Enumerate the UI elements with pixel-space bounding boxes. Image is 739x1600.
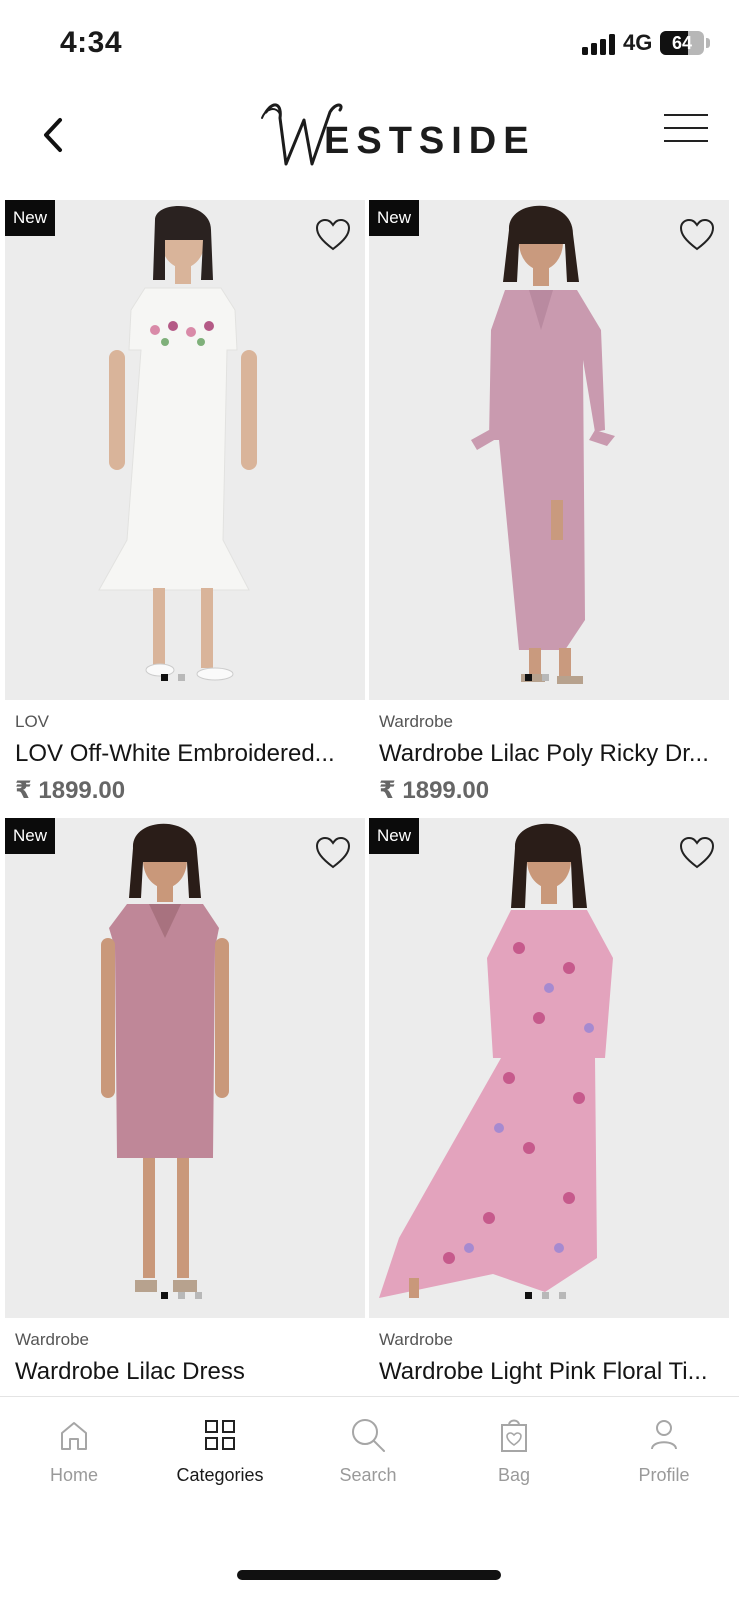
- wishlist-button[interactable]: [315, 836, 351, 870]
- product-price: ₹ 1899.00: [379, 777, 490, 804]
- product-brand: Wardrobe: [379, 1330, 454, 1349]
- heart-icon: [679, 218, 715, 251]
- menu-button[interactable]: [664, 114, 708, 144]
- product-title[interactable]: Wardrobe Lilac Poly Ricky Dr...: [379, 740, 731, 768]
- bag-icon: [501, 1419, 527, 1452]
- nav-label-categories: Categories: [176, 1465, 264, 1485]
- heart-icon: [315, 218, 351, 251]
- nav-label-profile: Profile: [638, 1465, 690, 1485]
- grid-icon: [205, 1420, 235, 1450]
- network-type: 4G: [623, 30, 653, 55]
- product-title[interactable]: Wardrobe Lilac Dress: [15, 1358, 365, 1386]
- new-badge: New: [369, 818, 420, 854]
- nav-label-home: Home: [49, 1465, 98, 1485]
- product-card[interactable]: New Wardrobe Wardrobe Lilac Poly Ricky D…: [369, 200, 731, 804]
- product-image[interactable]: New: [5, 200, 365, 700]
- battery-nub: [706, 38, 710, 48]
- product-title[interactable]: Wardrobe Light Pink Floral Ti...: [379, 1358, 729, 1386]
- product-card[interactable]: New LOV LOV Off-White Embroidered... ₹ 1…: [5, 200, 367, 804]
- back-button[interactable]: [36, 110, 76, 160]
- wishlist-button[interactable]: [679, 836, 715, 870]
- product-photo: [5, 200, 365, 700]
- wishlist-button[interactable]: [315, 218, 351, 252]
- brand-logo[interactable]: ESTSIDE: [256, 94, 529, 174]
- product-brand: Wardrobe: [15, 1330, 90, 1349]
- product-brand: LOV: [15, 712, 50, 731]
- product-brand: Wardrobe: [379, 712, 454, 731]
- image-carousel-dots: [525, 1286, 576, 1299]
- product-image[interactable]: New: [369, 818, 729, 1318]
- home-indicator[interactable]: [237, 1570, 501, 1580]
- nav-item-search[interactable]: Search: [294, 1397, 442, 1507]
- product-photo: [5, 818, 365, 1318]
- nav-item-profile[interactable]: Profile: [590, 1397, 738, 1507]
- image-carousel-dots: [525, 668, 559, 681]
- product-title[interactable]: LOV Off-White Embroidered...: [15, 740, 367, 768]
- logo-wordmark: ESTSIDE: [324, 120, 536, 162]
- heart-icon: [679, 836, 715, 869]
- nav-label-bag: Bag: [497, 1465, 531, 1485]
- product-card[interactable]: New Wardrobe Wardrobe Lilac Dress: [5, 818, 365, 1396]
- chevron-left-icon: [44, 118, 62, 152]
- nav-item-home[interactable]: Home: [0, 1397, 148, 1507]
- app-header: ESTSIDE: [0, 84, 739, 194]
- nav-item-bag[interactable]: Bag: [440, 1397, 588, 1507]
- product-card[interactable]: New Wardrobe Wardrobe Light Pink Floral …: [369, 818, 729, 1396]
- menu-line: [664, 114, 708, 116]
- battery-percent: 64: [671, 33, 693, 53]
- battery-icon: 64: [660, 31, 704, 55]
- heart-icon: [315, 836, 351, 869]
- menu-line: [664, 140, 708, 142]
- product-photo: [369, 200, 729, 700]
- profile-icon: [651, 1420, 677, 1450]
- product-listing-screen: 4:34 4G 64 ESTSIDE New LOV LOV Off-White…: [0, 0, 739, 1600]
- nav-item-categories[interactable]: Categories: [146, 1397, 294, 1507]
- wishlist-button[interactable]: [679, 218, 715, 252]
- product-image[interactable]: New: [5, 818, 365, 1318]
- image-carousel-dots: [161, 1286, 212, 1299]
- nav-label-search: Search: [339, 1465, 397, 1485]
- signal-icon: [582, 33, 618, 55]
- new-badge: New: [5, 818, 56, 854]
- search-icon: [352, 1419, 385, 1452]
- image-carousel-dots: [161, 668, 195, 681]
- status-bar: 4:34 4G 64: [0, 0, 739, 84]
- product-price: ₹ 1899.00: [15, 777, 126, 804]
- menu-line: [664, 127, 708, 129]
- status-time: 4:34: [60, 26, 123, 59]
- new-badge: New: [5, 200, 56, 236]
- home-icon: [61, 1422, 87, 1450]
- product-image[interactable]: New: [369, 200, 729, 700]
- new-badge: New: [369, 200, 420, 236]
- product-photo: [369, 818, 729, 1318]
